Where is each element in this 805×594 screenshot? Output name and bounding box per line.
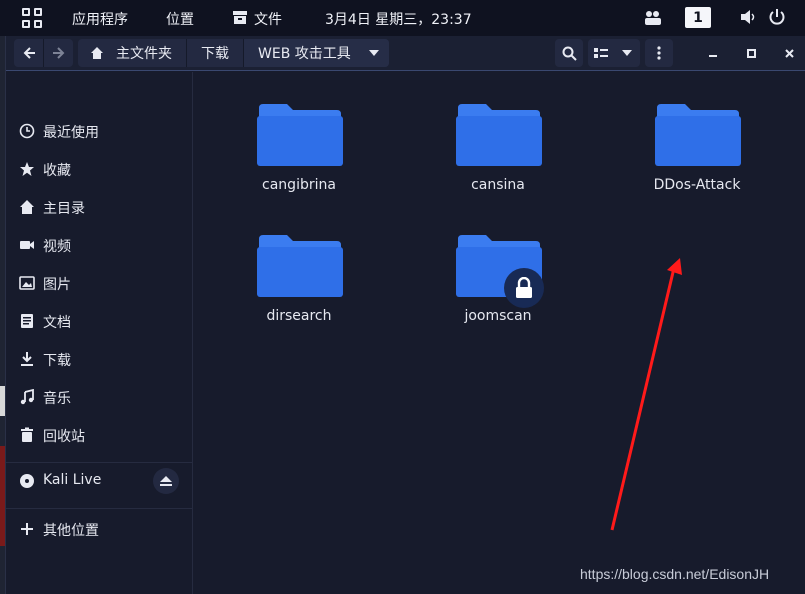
minimize-button[interactable]: [694, 44, 732, 62]
view-menu-button[interactable]: [614, 39, 640, 67]
clock[interactable]: 3月4日 星期三，23:37: [325, 9, 472, 29]
home-icon: [91, 47, 103, 59]
search-icon: [562, 46, 577, 61]
document-icon: [19, 313, 35, 329]
view-options: [588, 39, 640, 67]
list-view-icon: [594, 48, 608, 58]
sidebar-item-starred[interactable]: 收藏: [6, 154, 193, 184]
sidebar-item-label: 回收站: [43, 429, 85, 445]
sidebar-item-pictures[interactable]: 图片: [6, 268, 193, 298]
music-icon: [19, 389, 35, 405]
back-button[interactable]: [14, 39, 43, 67]
sidebar-item-label: 音乐: [43, 391, 71, 407]
sidebar-item-videos[interactable]: 视频: [6, 230, 193, 260]
breadcrumb-label: WEB 攻击工具: [258, 46, 351, 62]
sidebar-item-downloads[interactable]: 下载: [6, 344, 193, 374]
breadcrumb-label: 下载: [201, 46, 229, 62]
watermark: https://blog.csdn.net/EdisonJH: [580, 566, 770, 582]
breadcrumb-menu-button[interactable]: [364, 39, 389, 67]
sidebar-item-home[interactable]: 主目录: [6, 192, 193, 222]
maximize-icon: [746, 48, 756, 58]
sidebar-item-device[interactable]: Kali Live: [6, 466, 193, 496]
eject-icon: [160, 476, 172, 486]
top-panel: 应用程序 位置 文件 3月4日 星期三，23:37 1: [0, 0, 805, 36]
arrow-left-icon: [23, 47, 35, 59]
volume-icon[interactable]: [740, 9, 758, 25]
trash-icon: [19, 427, 35, 443]
sidebar-item-label: 其他位置: [43, 523, 99, 539]
close-button[interactable]: [770, 44, 805, 62]
sidebar-item-trash[interactable]: 回收站: [6, 420, 193, 450]
power-icon[interactable]: [768, 8, 786, 26]
sidebar-item-label: 视频: [43, 239, 71, 255]
sidebar-item-other-locations[interactable]: 其他位置: [6, 514, 193, 544]
eject-button[interactable]: [153, 468, 179, 494]
forward-button[interactable]: [44, 39, 73, 67]
arrow-right-icon: [52, 47, 64, 59]
sidebar-item-label: 最近使用: [43, 125, 99, 141]
sidebar-item-recent[interactable]: 最近使用: [6, 116, 193, 146]
chevron-down-icon: [622, 50, 632, 56]
breadcrumb-home[interactable]: 主文件夹: [78, 39, 187, 67]
sidebar-item-music[interactable]: 音乐: [6, 382, 193, 412]
search-button[interactable]: [555, 39, 583, 67]
image-icon: [19, 275, 35, 291]
sidebar-item-label: Kali Live: [43, 472, 102, 488]
star-icon: [19, 161, 35, 177]
workspace-indicator[interactable]: 1: [685, 7, 711, 28]
clock-icon: [19, 123, 35, 139]
apps-grid-icon[interactable]: [22, 8, 42, 28]
home-icon: [19, 199, 35, 215]
header-bar: 主文件夹 下载 WEB 攻击工具: [6, 36, 805, 71]
breadcrumb-current[interactable]: WEB 攻击工具: [244, 39, 365, 67]
toolbar-right: [555, 39, 678, 67]
sidebar-item-label: 主目录: [43, 201, 85, 217]
maximize-button[interactable]: [732, 44, 770, 62]
sidebar: 最近使用 收藏 主目录 视频 图片 文档 下载 音乐 回收站 Kali Live…: [6, 72, 193, 594]
files-app-icon[interactable]: [232, 10, 248, 25]
video-icon: [19, 237, 35, 253]
disc-icon: [19, 473, 35, 489]
menu-button[interactable]: [645, 39, 673, 67]
places-menu[interactable]: 位置: [166, 9, 194, 29]
annotation-arrow: [610, 258, 682, 531]
kebab-menu-icon: [657, 46, 661, 60]
sidebar-item-label: 收藏: [43, 163, 71, 179]
sidebar-item-documents[interactable]: 文档: [6, 306, 193, 336]
chevron-down-icon: [368, 50, 379, 56]
plus-icon: [19, 521, 35, 537]
minimize-icon: [709, 55, 717, 57]
breadcrumb-downloads[interactable]: 下载: [187, 39, 244, 67]
sidebar-item-label: 下载: [43, 353, 71, 369]
sidebar-item-label: 图片: [43, 277, 71, 293]
people-icon[interactable]: [644, 10, 662, 26]
sidebar-divider: [6, 508, 193, 509]
applications-menu[interactable]: 应用程序: [72, 9, 128, 29]
file-view: cangibrina cansina DDos-Attack dirsearch: [194, 72, 805, 594]
files-app-menu[interactable]: 文件: [254, 9, 282, 29]
close-icon: [784, 48, 794, 58]
navigation-buttons: [14, 39, 73, 67]
breadcrumb-label: 主文件夹: [116, 46, 172, 62]
sidebar-item-label: 文档: [43, 315, 71, 331]
file-manager-window: 主文件夹 下载 WEB 攻击工具 最近使用 收藏 主目录 视频 图片 文档 下载…: [5, 36, 805, 594]
window-controls: [694, 44, 805, 62]
download-icon: [19, 351, 35, 367]
view-mode-button[interactable]: [588, 39, 614, 67]
sidebar-divider: [6, 462, 193, 463]
breadcrumb: 主文件夹 下载 WEB 攻击工具: [78, 39, 389, 67]
